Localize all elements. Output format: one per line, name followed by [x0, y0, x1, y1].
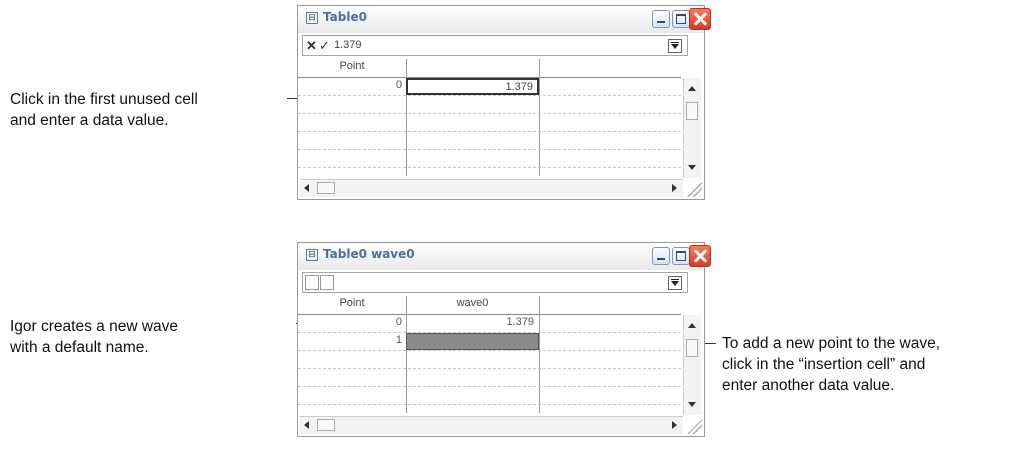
resize-grip-icon[interactable]	[687, 419, 702, 434]
row-index-cell: 1	[395, 334, 402, 346]
close-icon[interactable]	[689, 245, 711, 267]
table-window-2: ⊟ Table0 wave0 Point wave0 0 1.379 1	[297, 242, 711, 437]
column-header-point: Point	[339, 60, 365, 72]
cancel-button-placeholder	[305, 275, 319, 290]
column-header-row: Point wave0	[298, 296, 681, 315]
scroll-down-icon[interactable]	[688, 165, 696, 170]
maximize-icon[interactable]	[672, 10, 690, 28]
annotation-new-wave: Igor creates a new wave with a default n…	[10, 318, 179, 356]
row-divider	[298, 350, 681, 352]
vertical-scrollbar[interactable]	[683, 78, 701, 178]
window-title: Table0	[323, 10, 367, 24]
row-divider	[298, 167, 681, 169]
table-grid: Point wave0 0 1.379 1	[298, 296, 681, 413]
annotation-first-cell: Click in the first unused cell and enter…	[10, 91, 198, 129]
column-header-row: Point	[298, 59, 681, 78]
title-bar[interactable]: ⊟ Table0	[298, 6, 711, 33]
minimize-icon[interactable]	[652, 10, 670, 28]
data-cell-selected[interactable]: 1.379	[406, 78, 539, 95]
column-header-wave: wave0	[456, 297, 489, 309]
column-header-point: Point	[339, 297, 365, 309]
title-bar[interactable]: ⊟ Table0 wave0	[298, 243, 711, 270]
accept-button-placeholder	[320, 275, 334, 290]
maximize-icon[interactable]	[672, 247, 690, 265]
row-index-cell: 0	[395, 316, 402, 328]
annotation-insertion-cell: To add a new point to the wave, click in…	[722, 335, 941, 394]
column-divider	[539, 59, 540, 176]
accept-check-icon[interactable]: ✓	[318, 38, 331, 53]
scroll-right-icon[interactable]	[672, 421, 677, 429]
row-divider	[298, 386, 681, 388]
scroll-up-icon[interactable]	[688, 323, 696, 328]
horizontal-scrollbar[interactable]	[300, 416, 683, 434]
entry-value[interactable]: 1.379	[334, 39, 362, 51]
entry-line[interactable]	[302, 272, 688, 293]
scroll-thumb[interactable]	[686, 339, 698, 357]
resize-grip-icon[interactable]	[687, 182, 702, 197]
row-divider	[298, 149, 681, 151]
table-grid: Point 0 1.379	[298, 59, 681, 176]
row-index-cell: 0	[395, 79, 402, 91]
window-icon[interactable]: ⊟	[306, 249, 318, 261]
table-menu-icon[interactable]	[668, 276, 682, 290]
scroll-left-icon[interactable]	[304, 184, 309, 192]
window-icon[interactable]: ⊟	[306, 12, 318, 24]
table-menu-icon[interactable]	[668, 39, 682, 53]
scroll-thumb[interactable]	[686, 102, 698, 120]
scroll-up-icon[interactable]	[688, 86, 696, 91]
scroll-right-icon[interactable]	[672, 184, 677, 192]
row-divider	[298, 95, 681, 97]
insertion-cell[interactable]	[406, 333, 539, 350]
vertical-scrollbar[interactable]	[683, 315, 701, 415]
column-divider	[406, 296, 407, 413]
scroll-down-icon[interactable]	[688, 402, 696, 407]
row-divider	[298, 131, 681, 133]
table-window-1: ⊟ Table0 ✕ ✓ 1.379 Point 0 1.379	[297, 5, 711, 200]
scroll-left-icon[interactable]	[304, 421, 309, 429]
cancel-x-icon[interactable]: ✕	[305, 38, 318, 53]
scroll-thumb[interactable]	[317, 182, 335, 194]
scroll-thumb[interactable]	[317, 419, 335, 431]
window-title: Table0 wave0	[323, 247, 415, 261]
column-divider	[539, 296, 540, 413]
data-cell[interactable]: 1.379	[406, 316, 534, 332]
column-divider	[406, 59, 407, 176]
horizontal-scrollbar[interactable]	[300, 179, 683, 197]
row-divider	[298, 368, 681, 370]
entry-line[interactable]: ✕ ✓ 1.379	[302, 35, 688, 56]
close-icon[interactable]	[689, 8, 711, 30]
row-divider	[298, 113, 681, 115]
minimize-icon[interactable]	[652, 247, 670, 265]
row-divider	[298, 404, 681, 406]
